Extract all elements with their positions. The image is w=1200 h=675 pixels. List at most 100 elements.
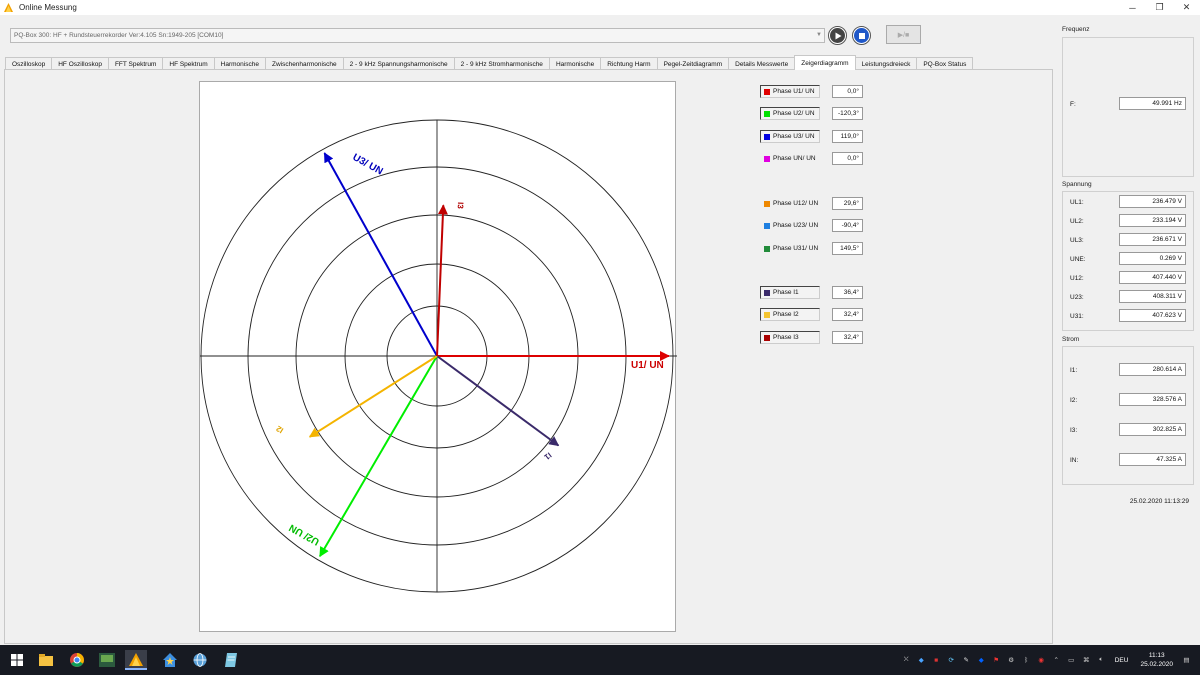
windows-logo-icon bbox=[11, 654, 23, 666]
taskbar-file-explorer[interactable] bbox=[35, 650, 57, 670]
record-toggle-button[interactable]: ▶/■ bbox=[886, 25, 921, 44]
phasor-i1 bbox=[436, 355, 560, 447]
system-tray: ⛌ ◆ ■ ⟳ ✎ ◆ ⚑ ⚙ ᛒ ◉ ⌃ ▭ ⌘ 🔈︎ DEU 11:13 2… bbox=[899, 645, 1200, 675]
tray-date: 25.02.2020 bbox=[1140, 661, 1173, 668]
tray-sync-icon[interactable]: ⟳ bbox=[946, 655, 957, 666]
play-button[interactable] bbox=[828, 26, 847, 45]
strom-label-i2: I2: bbox=[1070, 397, 1078, 404]
legend-row-i1: Phase I1 36,4° bbox=[760, 286, 863, 300]
angle-value-un: 0,0° bbox=[832, 152, 863, 165]
close-button[interactable]: ✕ bbox=[1173, 0, 1200, 15]
legend-row-u3: Phase U3/ UN 119,0° bbox=[760, 130, 863, 144]
strom-value-in: 47.325 A bbox=[1119, 453, 1186, 466]
tray-bluetooth-icon[interactable]: ᛒ bbox=[1021, 655, 1032, 666]
pq-box-app-icon bbox=[129, 652, 143, 666]
spannung-value-u31: 407.623 V bbox=[1119, 309, 1186, 322]
legend-swatch-u2 bbox=[764, 110, 770, 117]
tray-shield-icon[interactable]: ■ bbox=[931, 655, 942, 666]
spannung-value-ul3: 236.671 V bbox=[1119, 233, 1186, 246]
restore-button[interactable]: ❐ bbox=[1146, 0, 1173, 15]
tray-network-off-icon[interactable]: ⛌ bbox=[901, 655, 912, 666]
legend-label-i3: Phase I3 bbox=[773, 334, 799, 341]
angle-value-u3: 119,0° bbox=[832, 130, 863, 143]
frequenz-value: 49.991 Hz bbox=[1119, 97, 1186, 110]
phasor-label-i3: I3 bbox=[456, 202, 465, 210]
taskbar-app-d[interactable] bbox=[220, 650, 242, 670]
legend-label-un: Phase UN/ UN bbox=[773, 155, 816, 162]
phasor-i2 bbox=[308, 355, 438, 438]
legend-swatch-u12 bbox=[764, 200, 770, 207]
tray-gear-icon[interactable]: ⚙ bbox=[1006, 655, 1017, 666]
tray-flag-icon[interactable]: ⚑ bbox=[991, 655, 1002, 666]
phasor-label-u3: U3/ UN bbox=[351, 152, 385, 178]
strom-label-i3: I3: bbox=[1070, 427, 1078, 434]
tray-volume-icon[interactable]: 🔈︎ bbox=[1096, 655, 1107, 666]
stop-icon bbox=[858, 32, 865, 39]
phasor-diagram-svg: U1/ UN U3/ UN U2/ UN I1 I2 I3 bbox=[200, 119, 677, 593]
app-logo-icon bbox=[4, 3, 13, 12]
angle-value-u23: -90,4° bbox=[832, 219, 863, 232]
tray-clock[interactable]: 11:13 25.02.2020 bbox=[1140, 651, 1173, 669]
device-select[interactable]: PQ-Box 300: HF + Rundsteuerrekorder Ver:… bbox=[10, 28, 825, 43]
spannung-value-ul2: 233.194 V bbox=[1119, 214, 1186, 227]
globe-icon bbox=[193, 653, 207, 667]
start-button[interactable] bbox=[6, 650, 28, 670]
frequenz-title: Frequenz bbox=[1062, 26, 1090, 33]
legend-row-u12: Phase U12/ UN 29,6° bbox=[760, 197, 863, 211]
stop-button[interactable] bbox=[852, 26, 871, 45]
tray-pen-icon[interactable]: ✎ bbox=[961, 655, 972, 666]
tray-app-icon[interactable]: ◆ bbox=[916, 655, 927, 666]
legend-label-u3: Phase U3/ UN bbox=[773, 133, 815, 140]
strom-value-i2: 328.576 A bbox=[1119, 393, 1186, 406]
legend-row-i3: Phase I3 32,4° bbox=[760, 331, 863, 345]
legend-swatch-u3 bbox=[764, 133, 770, 140]
taskbar-chrome[interactable] bbox=[66, 650, 88, 670]
legend-row-i2: Phase I2 32,4° bbox=[760, 308, 863, 322]
taskbar-app-c[interactable] bbox=[189, 650, 211, 670]
tray-language[interactable]: DEU bbox=[1115, 657, 1129, 664]
tab-bar: Oszilloskop HF Oszilloskop FFT Spektrum … bbox=[5, 55, 974, 70]
legend-label-u23: Phase U23/ UN bbox=[773, 222, 819, 229]
legend-swatch-i2 bbox=[764, 311, 770, 318]
phasor-label-u1: U1/ UN bbox=[631, 360, 664, 371]
legend-label-u12: Phase U12/ UN bbox=[773, 200, 819, 207]
strom-value-i3: 302.825 A bbox=[1119, 423, 1186, 436]
tray-dropbox-icon[interactable]: ◆ bbox=[976, 655, 987, 666]
legend-swatch-u23 bbox=[764, 222, 770, 229]
legend-label-i2: Phase I2 bbox=[773, 311, 799, 318]
measurement-panel: Frequenz F: 49.991 Hz Spannung UL1: 236.… bbox=[1058, 15, 1200, 645]
phasor-u3 bbox=[323, 152, 438, 357]
taskbar-app-b[interactable] bbox=[159, 650, 181, 670]
play-icon bbox=[835, 32, 841, 39]
taskbar: ⛌ ◆ ■ ⟳ ✎ ◆ ⚑ ⚙ ᛒ ◉ ⌃ ▭ ⌘ 🔈︎ DEU 11:13 2… bbox=[0, 645, 1200, 675]
phasor-diagram: U1/ UN U3/ UN U2/ UN I1 I2 I3 bbox=[199, 81, 677, 632]
legend-row-u1: Phase U1/ UN 0,0° bbox=[760, 85, 863, 99]
taskbar-online-messung[interactable] bbox=[125, 650, 147, 670]
spannung-label-ul2: UL2: bbox=[1070, 218, 1084, 225]
angle-value-i1: 36,4° bbox=[832, 286, 863, 299]
house-star-icon bbox=[163, 653, 177, 667]
spannung-group: UL1: 236.479 V UL2: 233.194 V UL3: 236.6… bbox=[1062, 191, 1194, 331]
legend-swatch-un bbox=[764, 155, 770, 162]
spannung-value-u23: 408.311 V bbox=[1119, 290, 1186, 303]
legend-label-i1: Phase I1 bbox=[773, 289, 799, 296]
notification-icon[interactable]: ▤ bbox=[1181, 655, 1192, 666]
legend-label-u2: Phase U2/ UN bbox=[773, 110, 815, 117]
strom-title: Strom bbox=[1062, 336, 1080, 343]
legend-label-u1: Phase U1/ UN bbox=[773, 88, 815, 95]
strom-label-i1: I1: bbox=[1070, 367, 1078, 374]
legend-swatch-u1 bbox=[764, 88, 770, 95]
spannung-label-ul1: UL1: bbox=[1070, 199, 1084, 206]
tray-network-icon[interactable]: ⌘ bbox=[1081, 655, 1092, 666]
spannung-label-u31: U31: bbox=[1070, 313, 1084, 320]
tray-security-icon[interactable]: ◉ bbox=[1036, 655, 1047, 666]
tray-chevron-up-icon[interactable]: ⌃ bbox=[1051, 655, 1062, 666]
notes-icon bbox=[225, 653, 237, 667]
taskbar-app-a[interactable] bbox=[96, 650, 118, 670]
tray-battery-icon[interactable]: ▭ bbox=[1066, 655, 1077, 666]
frequenz-group: F: 49.991 Hz bbox=[1062, 37, 1194, 177]
minimize-button[interactable]: ─ bbox=[1119, 0, 1146, 15]
legend-row-u31: Phase U31/ UN 149,5° bbox=[760, 242, 863, 256]
tab-zeigerdiagramm[interactable]: Zeigerdiagramm bbox=[794, 55, 856, 70]
spannung-title: Spannung bbox=[1062, 181, 1092, 188]
